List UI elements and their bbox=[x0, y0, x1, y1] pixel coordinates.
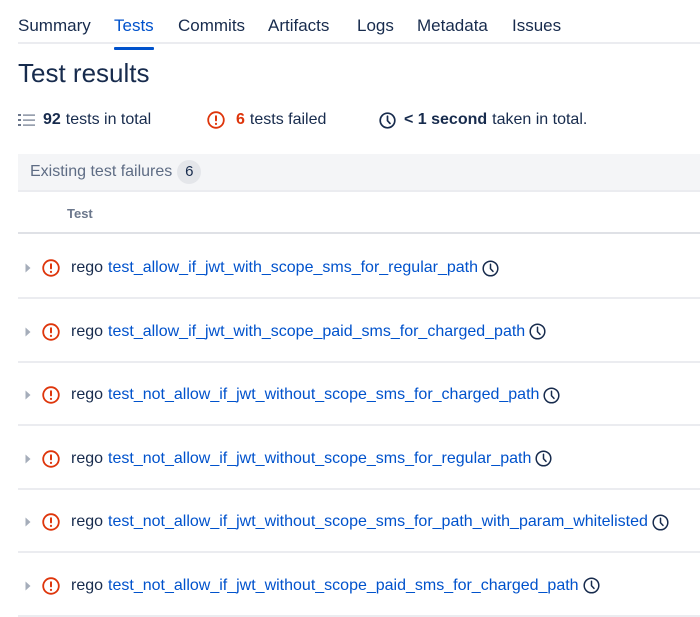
failed-count: 6 bbox=[236, 111, 245, 128]
clock-icon[interactable] bbox=[583, 577, 600, 594]
test-suite: rego bbox=[71, 322, 104, 340]
table-row: rego test_not_allow_if_jwt_without_scope… bbox=[18, 363, 700, 426]
test-suite: rego bbox=[71, 576, 104, 594]
tab-commits[interactable]: Commits bbox=[178, 15, 245, 46]
page-title: Test results bbox=[18, 58, 150, 88]
duration-label: taken in total. bbox=[492, 111, 588, 128]
chevron-right-icon[interactable] bbox=[22, 263, 34, 273]
clock-icon bbox=[379, 111, 396, 129]
tab-summary[interactable]: Summary bbox=[18, 15, 91, 46]
duration-value: < 1 second bbox=[404, 111, 488, 128]
test-suite: rego bbox=[71, 513, 104, 530]
error-circle-icon bbox=[207, 111, 225, 129]
tab-bar: Summary Tests Commits Artifacts Logs Met… bbox=[18, 0, 700, 50]
tab-metadata[interactable]: Metadata bbox=[417, 15, 488, 46]
chevron-right-icon[interactable] bbox=[22, 517, 34, 527]
tab-logs[interactable]: Logs bbox=[357, 15, 394, 46]
test-suite: rego bbox=[71, 259, 104, 276]
stats-bar: 92 tests in total 6 tests failed < 1 sec… bbox=[18, 108, 698, 132]
tab-tests[interactable]: Tests bbox=[114, 15, 154, 50]
test-name-link[interactable]: test_not_allow_if_jwt_without_scope_sms_… bbox=[108, 513, 648, 531]
duration-stat: < 1 second taken in total. bbox=[379, 108, 587, 132]
total-count: 92 bbox=[43, 111, 61, 128]
table-row: rego test_not_allow_if_jwt_without_scope… bbox=[18, 554, 700, 617]
test-suite: rego bbox=[71, 449, 104, 467]
failed-tests-stat: 6 tests failed bbox=[207, 108, 326, 132]
chevron-right-icon[interactable] bbox=[22, 327, 34, 337]
error-circle-icon bbox=[42, 576, 60, 595]
test-name-link[interactable]: test_allow_if_jwt_with_scope_sms_for_reg… bbox=[108, 259, 478, 277]
error-circle-icon bbox=[42, 259, 60, 277]
test-name-link[interactable]: test_allow_if_jwt_with_scope_paid_sms_fo… bbox=[108, 323, 525, 341]
error-circle-icon bbox=[42, 386, 60, 404]
table-row: rego test_allow_if_jwt_with_scope_sms_fo… bbox=[18, 236, 700, 299]
test-name-link[interactable]: test_not_allow_if_jwt_without_scope_sms_… bbox=[108, 386, 539, 404]
table-row: rego test_allow_if_jwt_with_scope_paid_s… bbox=[18, 300, 700, 363]
clock-icon[interactable] bbox=[535, 450, 552, 467]
total-tests-stat: 92 tests in total bbox=[18, 108, 151, 132]
error-circle-icon bbox=[42, 449, 60, 468]
table-row: rego test_not_allow_if_jwt_without_scope… bbox=[18, 490, 700, 553]
chevron-right-icon[interactable] bbox=[22, 454, 34, 464]
clock-icon[interactable] bbox=[529, 323, 546, 340]
clock-icon[interactable] bbox=[652, 513, 669, 531]
group-title: Existing test failures bbox=[30, 163, 173, 180]
clock-icon[interactable] bbox=[543, 386, 560, 404]
failure-count-badge: 6 bbox=[177, 160, 202, 184]
failed-label: tests failed bbox=[249, 111, 327, 128]
chevron-right-icon[interactable] bbox=[22, 390, 34, 400]
error-circle-icon bbox=[42, 322, 60, 341]
tab-issues[interactable]: Issues bbox=[512, 15, 561, 46]
error-circle-icon bbox=[42, 513, 60, 531]
test-suite: rego bbox=[71, 386, 104, 403]
list-icon bbox=[18, 113, 35, 127]
total-label: tests in total bbox=[65, 111, 152, 128]
chevron-right-icon[interactable] bbox=[22, 581, 34, 591]
column-header-test: Test bbox=[67, 206, 93, 221]
table-row: rego test_not_allow_if_jwt_without_scope… bbox=[18, 427, 700, 490]
existing-failures-group-header[interactable]: Existing test failures 6 bbox=[18, 154, 700, 192]
table-header: Test bbox=[18, 194, 700, 234]
clock-icon[interactable] bbox=[482, 259, 499, 277]
test-name-link[interactable]: test_not_allow_if_jwt_without_scope_paid… bbox=[108, 577, 579, 595]
test-name-link[interactable]: test_not_allow_if_jwt_without_scope_sms_… bbox=[108, 450, 531, 468]
tab-artifacts[interactable]: Artifacts bbox=[268, 15, 329, 46]
